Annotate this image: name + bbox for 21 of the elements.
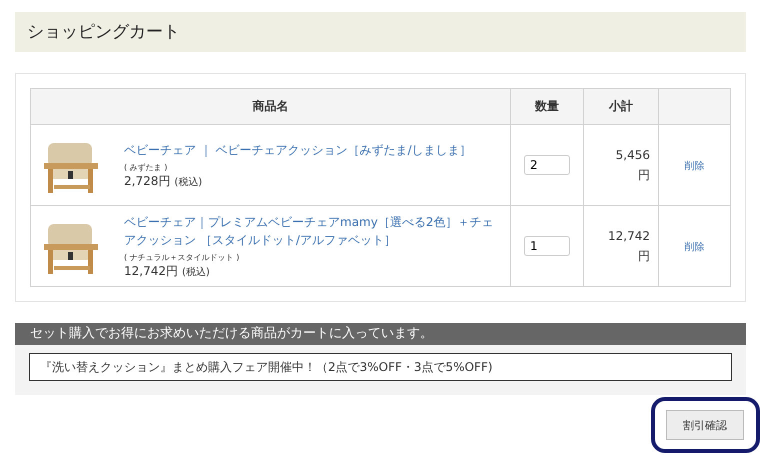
column-header: 小計 — [584, 88, 658, 124]
subtotal: 12,742円 — [607, 228, 650, 265]
product-option: ( みずたま ) — [124, 162, 168, 172]
quantity-field[interactable]: 2 — [524, 155, 570, 175]
set-heading: セット購入でお得にお求めいただける商品がカートに入っています。 — [15, 323, 746, 345]
tax-label: (税込) — [174, 176, 202, 188]
product-price: 2,728円 — [124, 172, 170, 190]
quantity-field[interactable]: 1 — [524, 236, 570, 256]
tax-label: (税込) — [182, 266, 210, 278]
column-header: 数量 — [510, 88, 584, 124]
delete-link[interactable]: 削除 — [684, 160, 704, 172]
discount-check-button[interactable]: 割引確認 — [666, 410, 744, 440]
product-link[interactable]: ベビーチェア｜プレミアムベビーチェアmamy［選べる2色］＋チェアクッション ［スタイルドット/アルファベット］ — [124, 212, 501, 248]
delete-link[interactable]: 削除 — [684, 242, 704, 252]
product-option: ( ナチュラル＋スタイルドット ) — [124, 252, 240, 262]
product-link[interactable]: ベビーチェア ｜ ベビーチェアクッション［みずたま/しましま］ — [124, 140, 472, 158]
notice-text: 『洗い替えクッション』まとめ購入フェア開催中！（2点で3%OFF・3点で5%OFF) — [29, 353, 732, 381]
page-title: ショッピングカート — [15, 12, 746, 52]
product-price: 12,742円 — [124, 262, 178, 280]
column-header: 商品名 — [30, 88, 510, 124]
subtotal: 5,456円 — [614, 147, 650, 184]
